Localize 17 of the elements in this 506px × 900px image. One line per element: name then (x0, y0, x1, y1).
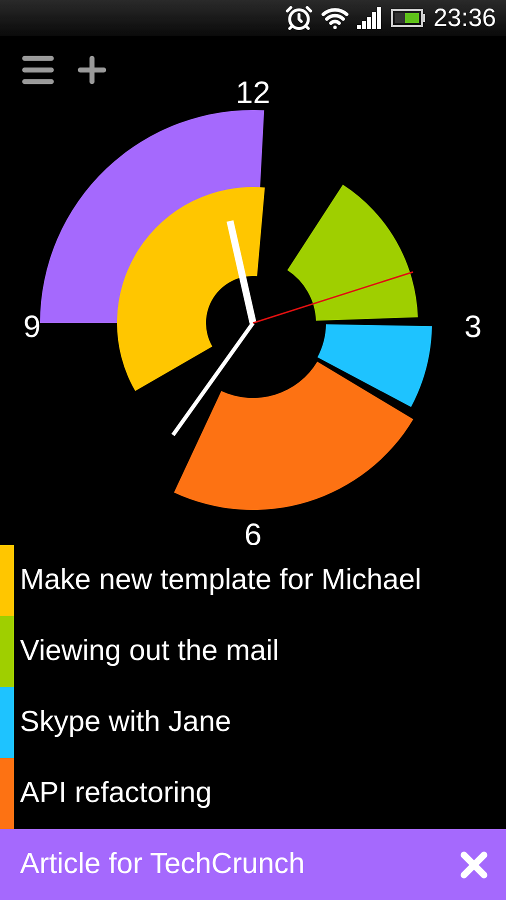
task-row[interactable]: Skype with Jane (0, 687, 506, 758)
dial-number: 3 (464, 309, 482, 344)
alarm-icon (285, 4, 314, 32)
task-row[interactable]: Viewing out the mail (0, 616, 506, 687)
task-row[interactable]: API refactoring (0, 758, 506, 829)
current-task-name: Article for TechCrunch (20, 846, 305, 882)
status-time: 23:36 (433, 6, 496, 30)
task-name: Make new template for Michael (20, 562, 422, 598)
task-name: Viewing out the mail (20, 634, 280, 669)
dial-number: 9 (23, 309, 41, 344)
task-name: API refactoring (20, 776, 212, 811)
battery-icon (391, 9, 426, 27)
dial-number: 6 (244, 517, 262, 545)
dial-number: 12 (236, 75, 270, 110)
task-row[interactable]: Make new template for Michael (0, 545, 506, 616)
task-name: Skype with Jane (20, 704, 232, 740)
signal-icon (357, 7, 384, 29)
